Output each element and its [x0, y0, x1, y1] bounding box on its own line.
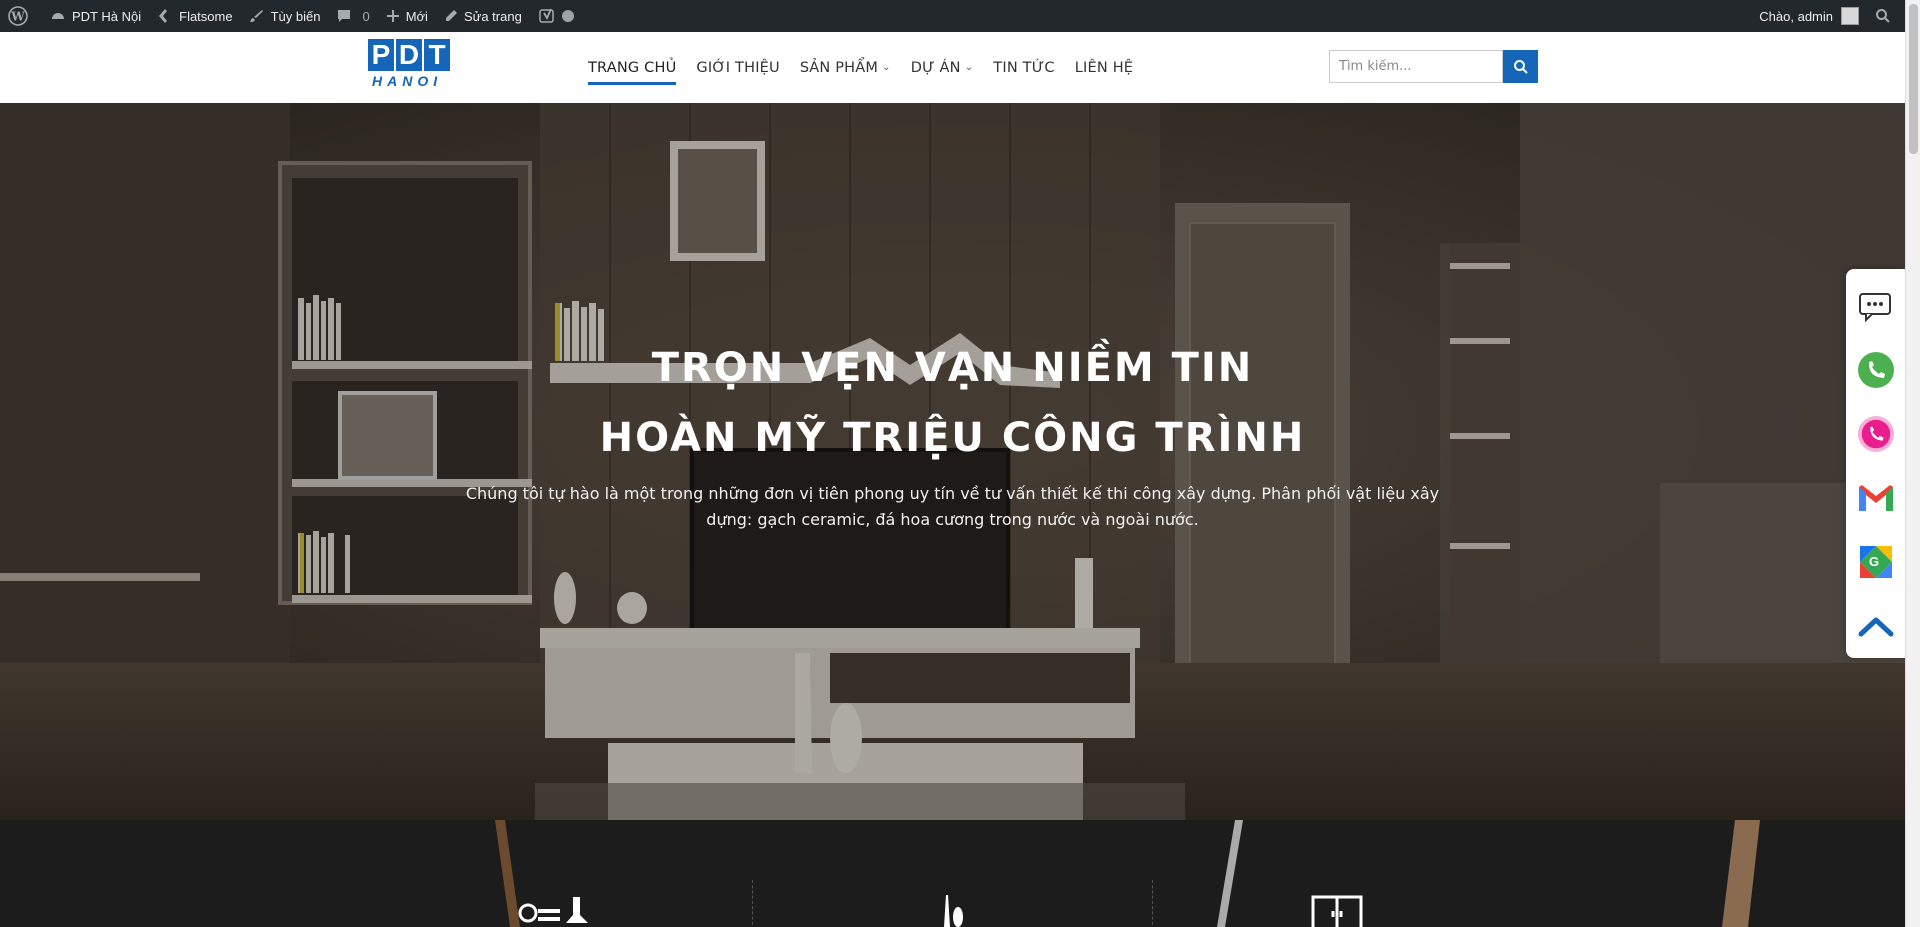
kitchen-icon — [518, 897, 588, 923]
avatar — [1841, 7, 1859, 25]
divider — [752, 880, 753, 927]
edit-page-label: Sửa trang — [463, 8, 522, 24]
hero-description: Chúng tôi tự hào là một trong những đơn … — [465, 484, 1440, 529]
logo-letter: P — [368, 39, 394, 71]
pencil-icon — [445, 10, 457, 21]
my-account-link[interactable]: Chào, admin — [1751, 0, 1867, 32]
chevron-down-icon: ⌄ — [964, 62, 974, 73]
features-band — [0, 820, 1905, 927]
nav-label: DỰ ÁN — [910, 59, 961, 76]
brush-icon — [249, 10, 263, 22]
nav-item-contact[interactable]: LIÊN HỆ — [1075, 51, 1133, 85]
greeting-label: Chào, admin — [1759, 8, 1833, 24]
wordpress-logo-icon[interactable]: W — [0, 0, 42, 32]
edit-page-link[interactable]: Sửa trang — [436, 0, 530, 32]
site-name-label: PDT Hà Nội — [72, 8, 142, 24]
plus-icon — [386, 10, 399, 22]
main-nav: TRANG CHỦ GIỚI THIỆU SẢN PHẨM ⌄ DỰ ÁN ⌄ TI… — [588, 32, 1133, 103]
nav-label: TIN TỨC — [993, 59, 1055, 76]
adminbar-search[interactable] — [1867, 0, 1905, 32]
chevron-down-icon: ⌄ — [882, 62, 891, 73]
nav-label: TRANG CHỦ — [588, 59, 677, 76]
nav-item-products[interactable]: SẢN PHẨM ⌄ — [800, 51, 891, 85]
comments-link[interactable]: 0 — [328, 0, 377, 32]
nav-item-projects[interactable]: DỰ ÁN ⌄ — [911, 51, 974, 85]
flatsome-icon — [159, 9, 168, 23]
dashboard-icon — [52, 13, 64, 19]
wardrobe-icon — [1311, 895, 1363, 927]
logo-subtitle: HANOI — [372, 73, 443, 89]
chevron-up-icon — [1858, 617, 1893, 637]
search-icon — [1876, 9, 1890, 23]
gmail-button[interactable] — [1857, 477, 1895, 519]
floating-contact-bar: G — [1846, 269, 1905, 658]
divider — [1152, 880, 1153, 927]
flatsome-label: Flatsome — [179, 8, 233, 24]
search-icon — [1513, 59, 1528, 74]
site-logo[interactable]: P D T HANOI — [368, 39, 452, 95]
customize-label: Tùy biến — [270, 8, 321, 24]
vase-icon — [944, 895, 963, 927]
svg-text:G: G — [1869, 554, 1879, 569]
comment-icon — [338, 10, 351, 22]
yoast-icon — [539, 8, 554, 23]
nav-label: LIÊN HỆ — [1074, 59, 1134, 76]
comments-count: 0 — [362, 8, 370, 24]
chat-button[interactable] — [1857, 285, 1895, 327]
customize-link[interactable]: Tùy biến — [241, 0, 329, 32]
nav-label: SẢN PHẨM — [799, 59, 879, 76]
site-name-link[interactable]: PDT Hà Nội — [42, 0, 149, 32]
search-form — [1329, 50, 1538, 83]
call-button[interactable] — [1857, 413, 1895, 455]
page-scrollbar[interactable] — [1905, 0, 1920, 927]
svg-text:W: W — [10, 10, 25, 24]
call-icon — [1857, 415, 1894, 453]
new-content-link[interactable]: Mới — [378, 0, 436, 32]
yoast-link[interactable] — [530, 0, 582, 32]
maps-icon: G — [1859, 546, 1892, 578]
gmail-icon — [1858, 485, 1893, 511]
new-label: Mới — [405, 8, 428, 24]
nav-item-home[interactable]: TRANG CHỦ — [588, 51, 677, 85]
scroll-top-button[interactable] — [1857, 605, 1895, 647]
hero-title-line1: TRỌN VẸN VẠN NIỀM TIN — [651, 345, 1254, 391]
phone-icon — [1857, 352, 1894, 388]
flatsome-link[interactable]: Flatsome — [149, 0, 240, 32]
scrollbar-thumb[interactable] — [1909, 4, 1918, 154]
nav-item-news[interactable]: TIN TỨC — [993, 51, 1054, 85]
hero-title-line2: HOÀN MỸ TRIỆU CÔNG TRÌNH — [599, 415, 1306, 461]
nav-item-about[interactable]: GIỚI THIỆU — [696, 51, 779, 85]
search-input[interactable] — [1329, 50, 1503, 83]
maps-button[interactable]: G — [1857, 541, 1895, 583]
phone-button[interactable] — [1857, 349, 1895, 391]
admin-bar: W PDT Hà Nội Flatsome Tùy biến 0 Mới Sửa… — [0, 0, 1905, 32]
chat-icon — [1858, 293, 1891, 322]
logo-letter: T — [424, 39, 450, 71]
logo-letters: P D T — [368, 39, 452, 71]
search-button[interactable] — [1503, 50, 1538, 83]
seo-status-dot — [561, 10, 574, 22]
logo-letter: D — [396, 39, 422, 71]
site-header: P D T HANOI TRANG CHỦ GIỚI THIỆU SẢN PHẨ… — [0, 32, 1905, 103]
nav-label: GIỚI THIỆU — [696, 59, 780, 76]
hero-banner: TRỌN VẸN VẠN NIỀM TIN HOÀN MỸ TRIỆU CÔNG… — [0, 103, 1905, 820]
hero-content: TRỌN VẸN VẠN NIỀM TIN HOÀN MỸ TRIỆU CÔNG… — [0, 333, 1905, 533]
